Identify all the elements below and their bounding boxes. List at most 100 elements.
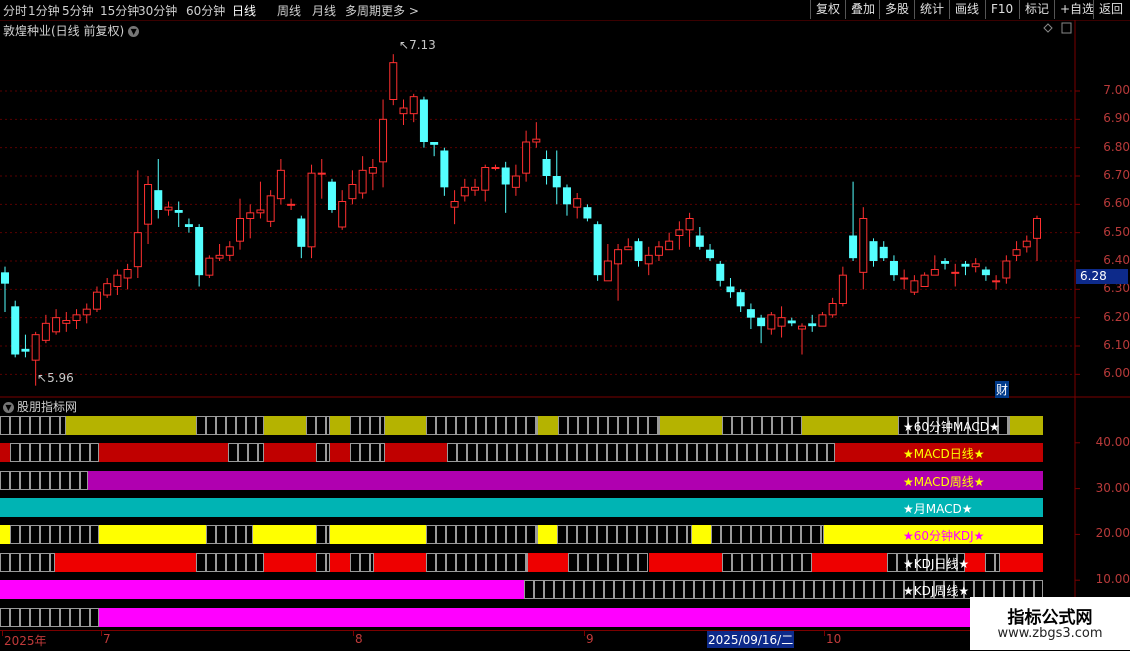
diamond-icon[interactable] — [1043, 23, 1053, 33]
signal-off-cell — [30, 443, 40, 462]
period-tab-2[interactable]: 5分钟 — [62, 2, 94, 19]
signal-on-segment — [99, 525, 206, 544]
candle-body — [287, 203, 296, 206]
signal-off-cell — [1008, 416, 1010, 435]
signal-off-cell — [516, 525, 526, 544]
signal-off-cell — [326, 553, 330, 572]
date-tick-mark — [2, 631, 3, 636]
toolbar-action-5[interactable]: F10 — [985, 0, 1018, 19]
candle-body — [603, 260, 612, 282]
signal-off-cell — [817, 443, 827, 462]
period-tab-6[interactable]: 日线 — [232, 2, 256, 19]
period-tab-1[interactable]: 1分钟 — [28, 2, 60, 19]
maximize-icon[interactable] — [1061, 22, 1072, 34]
signal-off-cell — [316, 443, 326, 462]
signal-off-cell — [236, 553, 246, 572]
signal-off-cell — [60, 608, 70, 627]
signal-off-cell — [985, 553, 995, 572]
signal-off-cell — [350, 443, 360, 462]
signal-off-cell — [10, 443, 20, 462]
candle-body — [52, 317, 61, 333]
period-tab-8[interactable]: 月线 — [312, 2, 336, 19]
signal-off-cell — [567, 443, 577, 462]
candle-body — [450, 201, 459, 208]
period-tab-9[interactable]: 多周期 — [345, 2, 381, 19]
signal-row-label: ★MACD周线★ — [903, 475, 985, 489]
signal-off-cell — [597, 443, 607, 462]
signal-off-cell — [744, 580, 754, 599]
period-tab-7[interactable]: 周线 — [277, 2, 301, 19]
period-tab-0[interactable]: 分时 — [3, 2, 27, 19]
candle-body — [583, 207, 592, 219]
signal-off-cell — [206, 416, 216, 435]
toolbar-action-2[interactable]: 多股 — [879, 0, 914, 19]
signal-off-cell — [834, 580, 844, 599]
signal-on-segment — [0, 525, 10, 544]
candle-body — [297, 218, 306, 247]
toolbar-action-8[interactable]: 返回 — [1093, 0, 1128, 19]
signal-off-cell — [1024, 580, 1034, 599]
toolbar-action-3[interactable]: 统计 — [914, 0, 949, 19]
signal-off-cell — [732, 553, 742, 572]
signal-off-cell — [747, 443, 757, 462]
signal-off-cell — [80, 525, 90, 544]
signal-off-cell — [674, 580, 684, 599]
signal-off-cell — [527, 443, 537, 462]
signal-off-cell — [578, 553, 588, 572]
toolbar-action-4[interactable]: 画线 — [949, 0, 984, 19]
signal-on-segment — [812, 553, 887, 572]
candle-body — [787, 320, 796, 324]
date-tick-mark — [824, 631, 825, 636]
signal-off-cell — [526, 525, 536, 544]
period-tab-3[interactable]: 15分钟 — [100, 2, 139, 19]
signal-off-cell — [486, 416, 496, 435]
signal-off-cell — [326, 416, 330, 435]
signal-off-cell — [507, 443, 517, 462]
signal-off-cell — [607, 525, 617, 544]
signal-off-cell — [526, 553, 528, 572]
signal-off-cell — [80, 471, 88, 490]
chevron-down-icon[interactable]: ▼ — [3, 402, 14, 413]
candle-body — [430, 142, 439, 145]
signal-off-cell — [506, 525, 516, 544]
price-axis-label: 6.70 — [1103, 168, 1130, 182]
signal-off-cell — [657, 443, 667, 462]
watermark-logo: 指标公式网 www.zbgs3.com — [970, 597, 1130, 650]
signal-off-cell — [370, 553, 374, 572]
period-tab-4[interactable]: 30分钟 — [138, 2, 177, 19]
signal-on-segment — [88, 471, 1043, 490]
period-tab-10[interactable]: 更多 > — [381, 2, 419, 19]
signal-off-cell — [360, 553, 370, 572]
candle-body — [746, 309, 755, 318]
signal-off-cell — [684, 580, 694, 599]
signal-off-cell — [517, 443, 527, 462]
signal-on-segment — [99, 608, 1043, 627]
signal-on-segment — [374, 553, 426, 572]
candle-body — [910, 280, 919, 293]
signal-off-cell — [436, 416, 446, 435]
signal-off-cell — [618, 416, 628, 435]
price-axis-label: 6.50 — [1103, 224, 1130, 239]
signal-off-cell — [677, 525, 687, 544]
period-tab-5[interactable]: 60分钟 — [186, 2, 225, 19]
signal-on-segment — [1010, 416, 1043, 435]
signal-off-cell — [568, 553, 578, 572]
finance-icon[interactable]: 财 — [995, 381, 1010, 398]
candle-body — [726, 286, 735, 293]
candle-body — [144, 184, 153, 225]
signal-on-segment — [253, 525, 316, 544]
candle-body — [348, 184, 357, 200]
signal-off-cell — [526, 416, 536, 435]
signal-off-cell — [360, 443, 370, 462]
indicator-title[interactable]: ▼ 股朋指标网 — [3, 398, 77, 415]
signal-off-cell — [757, 443, 767, 462]
signal-off-cell — [634, 580, 644, 599]
signal-off-cell — [316, 553, 326, 572]
toolbar-action-0[interactable]: 复权 — [810, 0, 845, 19]
signal-off-cell — [306, 416, 316, 435]
toolbar-action-1[interactable]: 叠加 — [845, 0, 880, 19]
signal-off-cell — [226, 416, 236, 435]
signal-off-cell — [567, 525, 577, 544]
toolbar-action-6[interactable]: 标记 — [1019, 0, 1054, 19]
signal-off-cell — [724, 580, 734, 599]
